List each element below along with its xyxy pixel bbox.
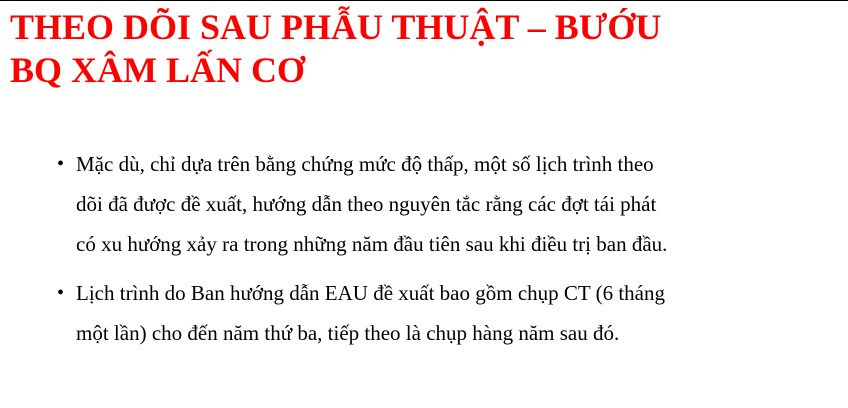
bullet-list: • Mặc dù, chỉ dựa trên bằng chứng mức độ… — [57, 144, 837, 353]
bullet-text-line: Lịch trình do Ban hướng dẫn EAU đề xuất … — [76, 281, 665, 305]
bullet-marker: • — [57, 153, 65, 175]
slide-title-line-2: BQ XÂM LẤN CƠ — [10, 50, 305, 90]
bullet-text-line: dõi đã được đề xuất, hướng dẫn theo nguy… — [76, 192, 657, 216]
top-border-line — [0, 0, 848, 1]
bullet-text-line: Mặc dù, chỉ dựa trên bằng chứng mức độ t… — [76, 152, 654, 176]
slide-title-line-1: THEO DÕI SAU PHẪU THUẬT – BƯỚU — [10, 7, 662, 47]
bullet-marker: • — [57, 282, 65, 304]
bullet-item-follow-up-schedules: • Mặc dù, chỉ dựa trên bằng chứng mức độ… — [57, 144, 837, 264]
bullet-text-line: một lần) cho đến năm thứ ba, tiếp theo l… — [76, 321, 620, 345]
slide-title: THEO DÕI SAU PHẪU THUẬT – BƯỚU BQ XÂM LẤ… — [10, 6, 661, 92]
bullet-item-eau-schedule: • Lịch trình do Ban hướng dẫn EAU đề xuấ… — [57, 273, 837, 353]
bullet-text-line: có xu hướng xảy ra trong những năm đầu t… — [76, 232, 668, 256]
